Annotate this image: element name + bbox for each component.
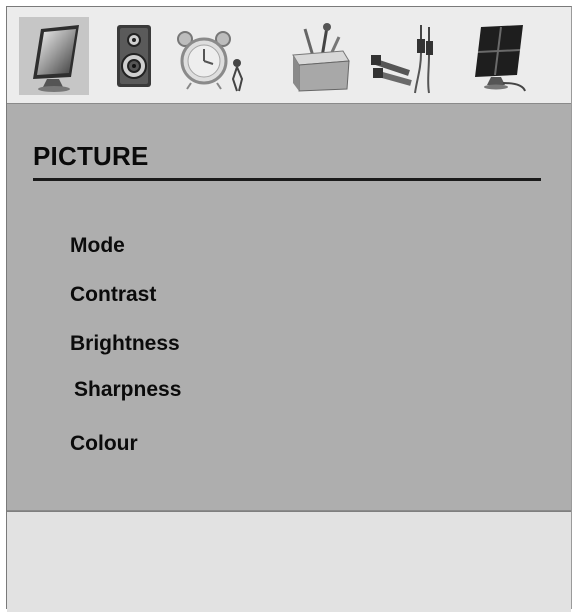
tab-sound[interactable]	[99, 17, 169, 95]
timer-icon	[177, 31, 244, 92]
tab-timer[interactable]	[177, 17, 247, 95]
menu-icon-bar	[7, 7, 571, 104]
info-footer	[7, 511, 571, 612]
tab-source[interactable]	[369, 17, 439, 95]
setup-icon	[292, 23, 350, 92]
menu-item-contrast[interactable]: Contrast	[70, 283, 156, 307]
menu-item-colour[interactable]: Colour	[70, 432, 138, 456]
menu-item-mode[interactable]: Mode	[70, 234, 125, 258]
pc-icon	[475, 25, 526, 92]
menu-item-sharpness[interactable]: Sharpness	[74, 378, 181, 402]
page-title: PICTURE	[33, 141, 149, 171]
source-icon	[371, 25, 433, 94]
osd-menu-frame: PICTURE Mode Contrast Brightness Sharpne…	[6, 6, 572, 612]
picture-icon	[33, 25, 79, 92]
title-divider	[33, 178, 541, 181]
tab-setup[interactable]	[285, 17, 355, 95]
tab-picture[interactable]	[19, 17, 89, 95]
tab-pc[interactable]	[463, 17, 533, 95]
menu-item-brightness[interactable]: Brightness	[70, 332, 180, 356]
picture-menu-panel: PICTURE Mode Contrast Brightness Sharpne…	[7, 104, 571, 511]
sound-icon	[117, 25, 151, 87]
